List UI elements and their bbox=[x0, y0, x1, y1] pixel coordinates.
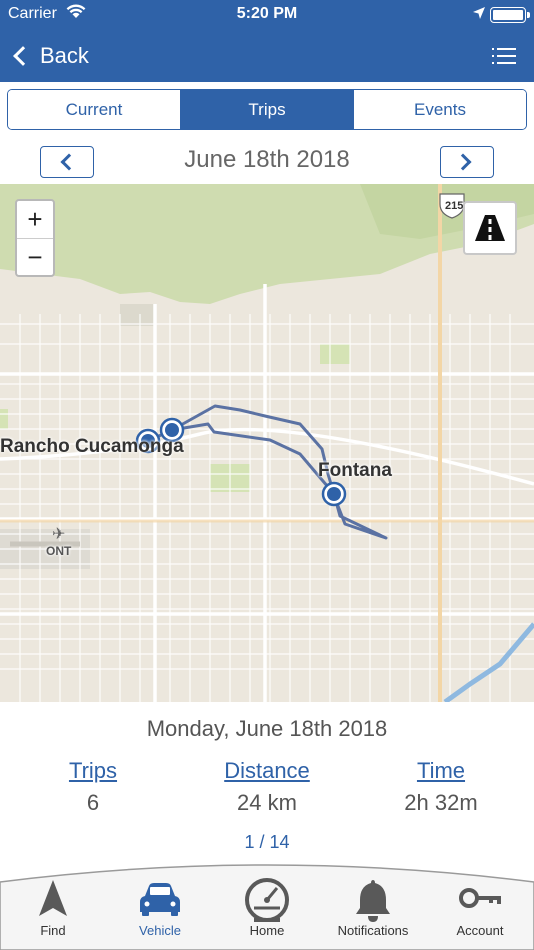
back-button[interactable]: Back bbox=[10, 40, 89, 72]
airport-icon: ✈ bbox=[52, 526, 66, 543]
tab-find[interactable]: Find bbox=[0, 878, 106, 948]
time-link[interactable]: Time bbox=[351, 758, 531, 784]
stat-trips: Trips 6 bbox=[3, 758, 183, 816]
time-value: 2h 32m bbox=[404, 790, 478, 815]
zoom-out-button[interactable]: − bbox=[17, 238, 53, 275]
trip-map[interactable]: 215 Rancho Cucamonga Fontana ✈ ONT + − bbox=[0, 184, 534, 702]
chevron-left-icon bbox=[13, 46, 33, 66]
tab-home[interactable]: Home bbox=[214, 878, 320, 948]
summary-day: Monday, June 18th 2018 bbox=[146, 716, 388, 741]
view-segmented-control: Current Trips Events bbox=[7, 89, 527, 130]
tab-notifications[interactable]: Notifications bbox=[320, 878, 426, 948]
stat-time: Time 2h 32m bbox=[351, 758, 531, 816]
date-navigator: June 18th 2018 bbox=[0, 140, 534, 184]
tab-account[interactable]: Account bbox=[427, 878, 533, 948]
traffic-layer-button[interactable] bbox=[463, 201, 517, 255]
tab-find-label: Find bbox=[40, 923, 66, 938]
clock: 5:20 PM bbox=[236, 5, 298, 22]
highway-215-label: 215 bbox=[445, 200, 464, 212]
road-icon bbox=[475, 215, 505, 241]
tab-account-label: Account bbox=[456, 923, 504, 938]
city-label-rancho-cucamonga: Rancho Cucamonga bbox=[0, 436, 184, 457]
status-bar: Carrier 5:20 PM bbox=[0, 0, 534, 30]
stat-distance: Distance 24 km bbox=[177, 758, 357, 816]
zoom-control: + − bbox=[15, 199, 55, 277]
tab-vehicle-label: Vehicle bbox=[139, 923, 181, 938]
next-day-button[interactable] bbox=[440, 146, 494, 178]
trips-link[interactable]: Trips bbox=[3, 758, 183, 784]
car-icon bbox=[140, 883, 180, 916]
location-arrow-icon bbox=[473, 7, 485, 19]
key-icon bbox=[459, 888, 501, 908]
chevron-right-icon bbox=[454, 153, 472, 171]
distance-value: 24 km bbox=[237, 790, 297, 815]
zoom-in-button[interactable]: + bbox=[17, 201, 53, 238]
navigation-bar: Back bbox=[0, 30, 534, 82]
trip-summary: Monday, June 18th 2018 Trips 6 Distance … bbox=[0, 702, 534, 862]
navigation-arrow-icon bbox=[39, 880, 67, 916]
list-menu-icon[interactable] bbox=[492, 46, 516, 66]
tab-vehicle[interactable]: Vehicle bbox=[107, 878, 213, 948]
segment-trips[interactable]: Trips bbox=[180, 90, 353, 129]
bell-icon bbox=[356, 880, 390, 922]
trip-markers bbox=[135, 417, 347, 507]
segment-events[interactable]: Events bbox=[353, 90, 526, 129]
airport-label-ont: ONT bbox=[46, 544, 72, 558]
distance-link[interactable]: Distance bbox=[177, 758, 357, 784]
back-label: Back bbox=[40, 43, 89, 68]
tab-notifications-label: Notifications bbox=[337, 923, 409, 938]
battery-icon bbox=[490, 7, 530, 23]
trips-value: 6 bbox=[86, 790, 100, 815]
segment-current[interactable]: Current bbox=[8, 90, 180, 129]
city-label-fontana: Fontana bbox=[318, 460, 392, 481]
page-indicator: 1 / 14 bbox=[244, 832, 290, 852]
tab-bar: Find Vehicle Home Notifications Account bbox=[0, 856, 534, 950]
speedometer-icon bbox=[245, 878, 289, 922]
tab-home-label: Home bbox=[249, 923, 285, 938]
